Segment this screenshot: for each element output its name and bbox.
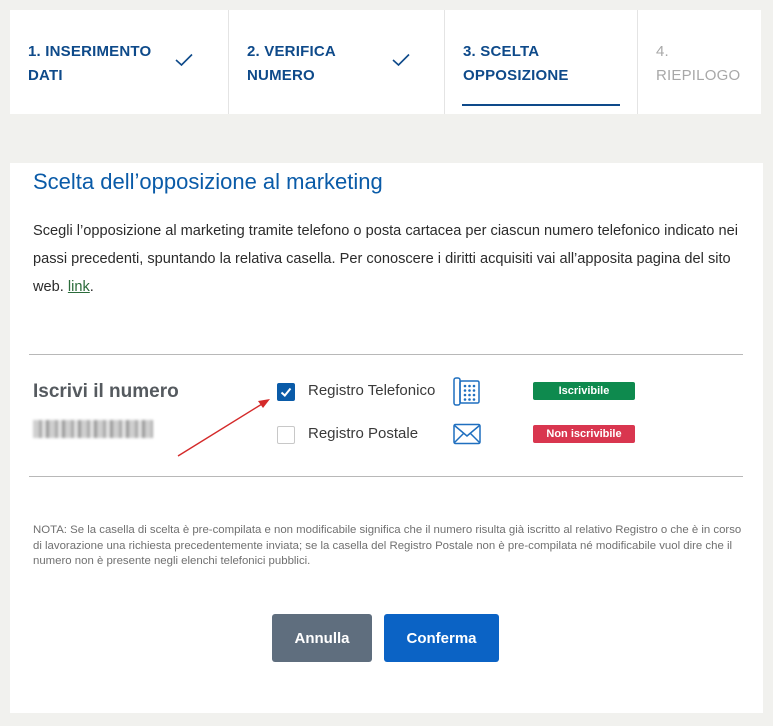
intro-end: . bbox=[89, 279, 94, 295]
checkmark-icon bbox=[392, 53, 410, 67]
status-badge-non-iscrivibile: Non iscrivibile bbox=[533, 425, 635, 443]
page-title: Scelta dell’opposizione al marketing bbox=[33, 169, 383, 194]
status-badge-iscrivibile: Iscrivibile bbox=[533, 382, 635, 400]
step-label: 1. INSERIMENTO DATI bbox=[28, 40, 151, 88]
step-label-line1: 1. INSERIMENTO bbox=[28, 43, 152, 60]
masked-phone-number bbox=[33, 420, 153, 438]
step-label-line2: DATI bbox=[28, 67, 63, 84]
step-scelta-opposizione: 3. SCELTA OPPOSIZIONE bbox=[445, 10, 638, 114]
divider bbox=[29, 476, 743, 477]
registro-telefonico-label: Registro Telefonico bbox=[308, 382, 436, 399]
number-section-title: Iscrivi il numero bbox=[33, 381, 179, 402]
progress-stepper: 1. INSERIMENTO DATI 2. VERIFICA NUMERO 3… bbox=[10, 10, 761, 114]
checkmark-icon bbox=[175, 53, 193, 67]
step-label-line1: 2. VERIFICA bbox=[247, 43, 336, 60]
confirm-button[interactable]: Conferma bbox=[384, 614, 499, 662]
active-step-indicator bbox=[462, 104, 620, 106]
intro-paragraph: Scegli l’opposizione al marketing tramit… bbox=[33, 217, 743, 301]
telephone-icon bbox=[453, 377, 480, 406]
registro-postale-label: Registro Postale bbox=[308, 425, 419, 442]
step-verifica-numero: 2. VERIFICA NUMERO bbox=[229, 10, 445, 114]
step-riepilogo: 4. RIEPILOGO bbox=[638, 10, 761, 114]
envelope-icon bbox=[453, 423, 481, 445]
step-label-line1: 4. bbox=[656, 43, 669, 60]
option-registro-telefonico: Registro Telefonico Iscrivibile bbox=[277, 377, 757, 406]
step-label-line1: 3. SCELTA bbox=[463, 43, 540, 60]
note-text: NOTA: Se la casella di scelta è pre-comp… bbox=[33, 524, 742, 567]
option-registro-postale: Registro Postale Non iscrivibile bbox=[277, 423, 757, 448]
step-label-line2: RIEPILOGO bbox=[656, 67, 741, 84]
divider bbox=[29, 354, 743, 355]
step-label-line2: OPPOSIZIONE bbox=[463, 67, 569, 84]
intro-text: Scegli l’opposizione al marketing tramit… bbox=[33, 223, 738, 295]
step-label: 4. RIEPILOGO bbox=[656, 40, 740, 88]
registro-telefonico-checkbox[interactable] bbox=[277, 383, 295, 401]
opposition-card: Scelta dell’opposizione al marketing Sce… bbox=[10, 163, 763, 713]
registro-postale-checkbox[interactable] bbox=[277, 426, 295, 444]
step-label: 2. VERIFICA NUMERO bbox=[247, 40, 336, 88]
step-label-line2: NUMERO bbox=[247, 67, 315, 84]
step-label: 3. SCELTA OPPOSIZIONE bbox=[463, 40, 569, 88]
step-inserimento-dati: 1. INSERIMENTO DATI bbox=[10, 10, 229, 114]
checkmark-icon bbox=[280, 387, 292, 397]
cancel-button[interactable]: Annulla bbox=[272, 614, 372, 662]
info-link[interactable]: link bbox=[68, 279, 90, 295]
